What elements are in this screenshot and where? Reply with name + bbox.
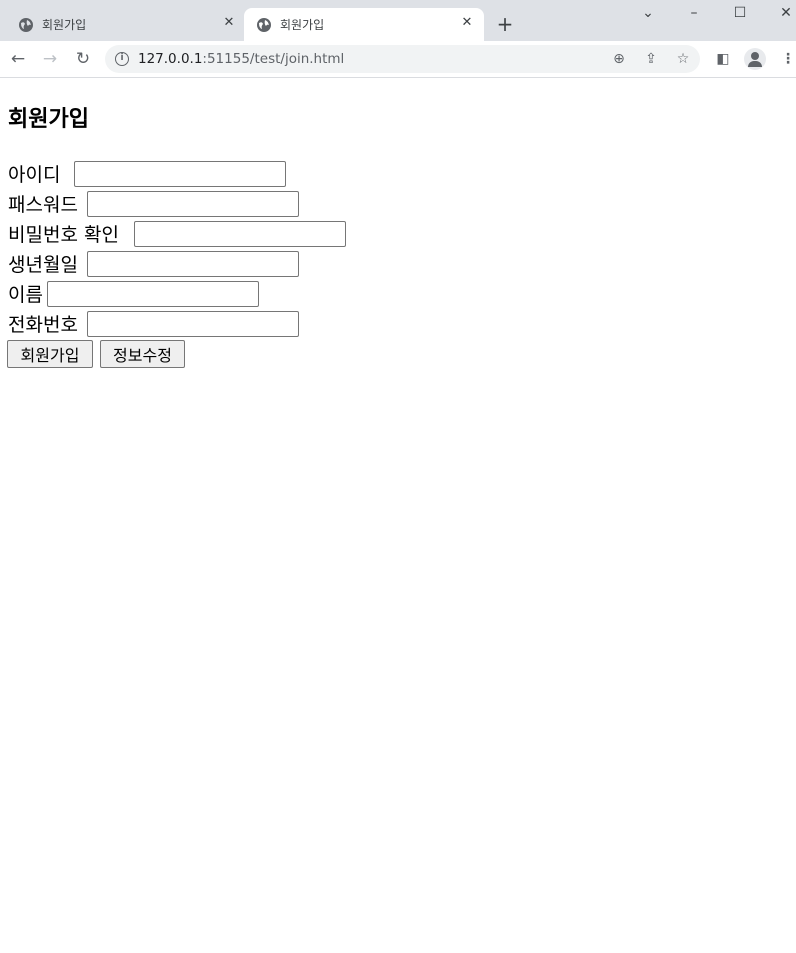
star-icon[interactable]: ☆: [674, 50, 692, 68]
edit-info-button[interactable]: 정보수정: [100, 340, 185, 368]
minimize-icon[interactable]: –: [683, 3, 705, 23]
tab-search-icon[interactable]: ⌄: [637, 3, 659, 23]
password-label: 패스워드: [8, 194, 78, 216]
url-path: :51155/test/join.html: [202, 51, 345, 67]
tab-title: 회원가입: [280, 18, 325, 32]
browser-toolbar: ← → ↻ i 127.0.0.1:51155/test/join.html ⊕…: [0, 41, 796, 78]
phone-input[interactable]: [87, 311, 299, 337]
window-close-icon[interactable]: ✕: [775, 3, 796, 23]
globe-icon: [19, 18, 33, 32]
page-title: 회원가입: [8, 107, 89, 132]
id-label: 아이디: [8, 164, 61, 186]
url-host: 127.0.0.1: [138, 51, 203, 67]
avatar-icon[interactable]: [744, 48, 766, 70]
url-text[interactable]: 127.0.0.1:51155/test/join.html: [138, 51, 344, 67]
info-icon[interactable]: i: [115, 52, 129, 66]
join-button[interactable]: 회원가입: [7, 340, 93, 368]
globe-icon: [257, 18, 271, 32]
password-confirm-label: 비밀번호 확인: [8, 224, 119, 246]
address-bar[interactable]: i 127.0.0.1:51155/test/join.html ⊕ ⇪ ☆: [105, 45, 700, 73]
birthdate-label: 생년월일: [8, 254, 78, 276]
new-tab-icon[interactable]: +: [495, 14, 515, 34]
tab-strip: 회원가입 ✕ 회원가입 ✕ + ⌄ – ☐ ✕: [0, 0, 796, 41]
close-icon[interactable]: ✕: [221, 15, 237, 31]
phone-label: 전화번호: [8, 314, 78, 336]
browser-tab-active[interactable]: 회원가입 ✕: [244, 8, 484, 41]
arrow-right-icon[interactable]: →: [40, 49, 60, 69]
reload-icon[interactable]: ↻: [73, 49, 93, 69]
kebab-menu-icon[interactable]: ⋮: [778, 49, 796, 69]
tab-title: 회원가입: [42, 18, 87, 32]
arrow-left-icon[interactable]: ←: [8, 49, 28, 69]
side-panel-icon[interactable]: ◧: [713, 49, 733, 69]
close-icon[interactable]: ✕: [459, 15, 475, 31]
maximize-icon[interactable]: ☐: [729, 3, 751, 23]
zoom-icon[interactable]: ⊕: [610, 50, 628, 68]
name-input[interactable]: [47, 281, 259, 307]
name-label: 이름: [8, 284, 43, 306]
password-input[interactable]: [87, 191, 299, 217]
browser-tab[interactable]: 회원가입 ✕: [6, 8, 244, 41]
id-input[interactable]: [74, 161, 286, 187]
birthdate-input[interactable]: [87, 251, 299, 277]
share-icon[interactable]: ⇪: [642, 50, 660, 68]
password-confirm-input[interactable]: [134, 221, 346, 247]
